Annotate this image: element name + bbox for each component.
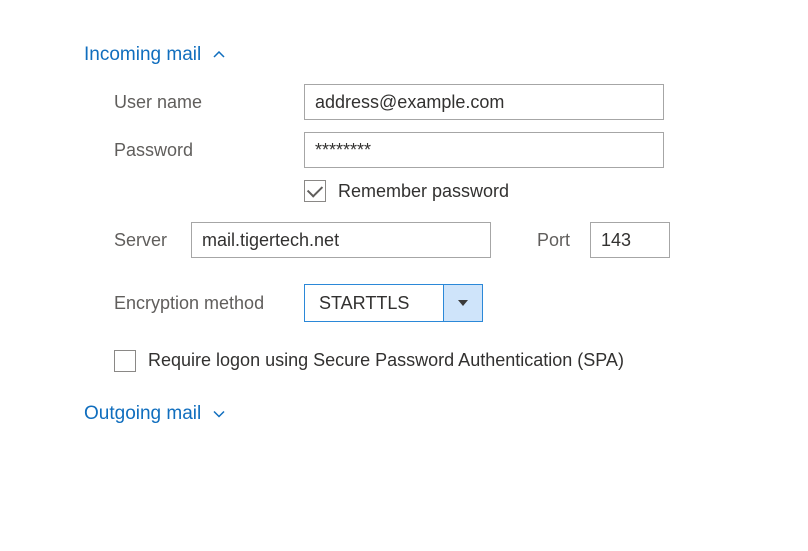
- encryption-dropdown-button[interactable]: [443, 285, 482, 321]
- server-input[interactable]: [191, 222, 491, 258]
- encryption-select[interactable]: STARTTLS: [304, 284, 483, 322]
- encryption-label: Encryption method: [114, 293, 304, 314]
- caret-down-icon: [458, 300, 468, 306]
- server-label: Server: [114, 230, 191, 251]
- port-input[interactable]: [590, 222, 670, 258]
- chevron-down-icon: [213, 410, 225, 418]
- password-label: Password: [114, 140, 304, 161]
- remember-password-label[interactable]: Remember password: [338, 181, 509, 202]
- chevron-up-icon: [213, 51, 225, 59]
- encryption-value: STARTTLS: [305, 285, 443, 321]
- port-label: Port: [491, 230, 590, 251]
- incoming-mail-title: Incoming mail: [84, 44, 201, 66]
- incoming-mail-body: User name Password Remember password Ser…: [84, 84, 804, 373]
- incoming-mail-section-header[interactable]: Incoming mail: [84, 44, 804, 66]
- remember-password-checkbox[interactable]: [304, 180, 326, 202]
- spa-label[interactable]: Require logon using Secure Password Auth…: [148, 348, 624, 373]
- password-input[interactable]: [304, 132, 664, 168]
- outgoing-mail-title: Outgoing mail: [84, 403, 201, 425]
- outgoing-mail-section-header[interactable]: Outgoing mail: [84, 403, 804, 425]
- username-input[interactable]: [304, 84, 664, 120]
- spa-checkbox[interactable]: [114, 350, 136, 372]
- username-label: User name: [114, 92, 304, 113]
